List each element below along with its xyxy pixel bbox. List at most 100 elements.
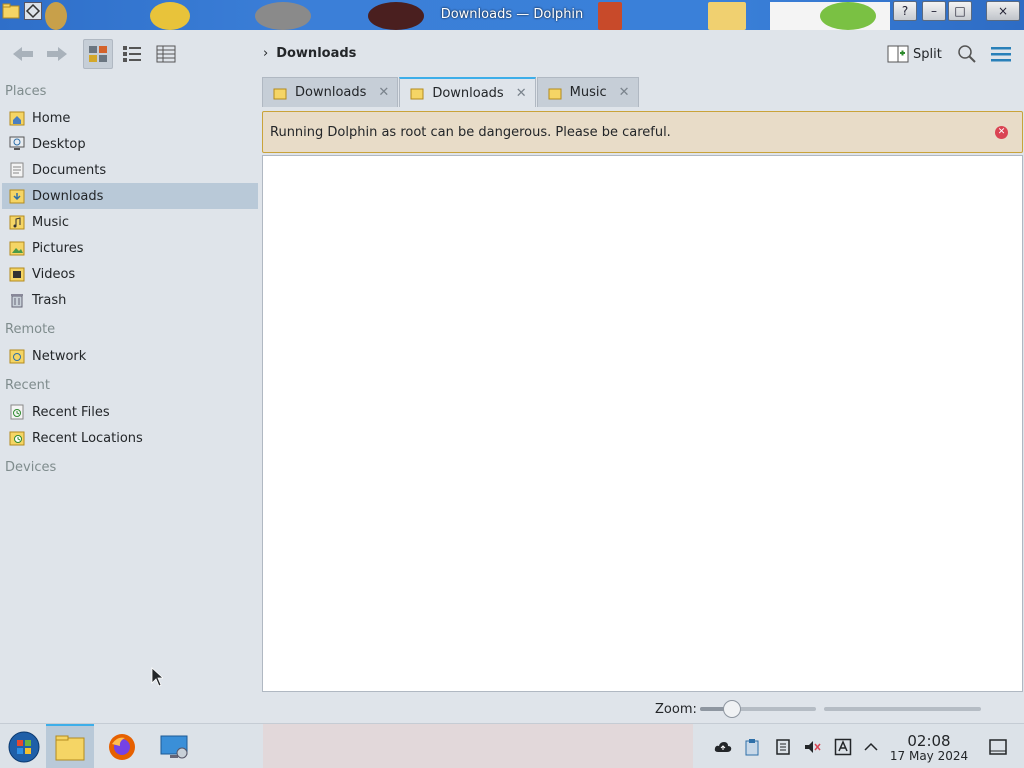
taskbar-settings-button[interactable] — [150, 724, 198, 768]
sidebar-item-label: Documents — [32, 162, 107, 178]
sidebar-item-network[interactable]: Network — [2, 343, 258, 369]
breadcrumb[interactable]: › Downloads — [263, 46, 356, 61]
arrow-left-icon — [13, 47, 33, 61]
sidebar-item-label: Recent Locations — [32, 430, 143, 446]
folder-icon — [410, 88, 424, 100]
sidebar-item-label: Videos — [32, 266, 76, 282]
desktop-icon — [9, 136, 25, 150]
close-icon[interactable]: ✕ — [995, 126, 1008, 139]
taskbar-firefox-button[interactable] — [98, 724, 146, 768]
places-panel: Places Home Desktop Documents Downloads … — [0, 78, 262, 723]
documents-icon — [10, 162, 24, 178]
folder-icon — [273, 88, 287, 99]
volume-muted-icon[interactable] — [803, 738, 821, 756]
search-icon — [958, 45, 976, 63]
split-button[interactable]: Split — [887, 43, 942, 65]
videos-folder-icon — [9, 267, 25, 282]
root-warning-banner: Running Dolphin as root can be dangerous… — [262, 111, 1023, 153]
free-space-bar — [824, 707, 981, 711]
toolbar: › Downloads Split — [0, 30, 1024, 78]
sidebar-item-recent-files[interactable]: Recent Files — [2, 399, 258, 425]
sidebar-item-label: Pictures — [32, 240, 84, 256]
tab-bar: Downloads ✕ Downloads ✕ Music ✕ — [262, 77, 640, 107]
zoom-slider-handle[interactable] — [723, 700, 742, 718]
sidebar-item-recent-locations[interactable]: Recent Locations — [2, 425, 258, 451]
icons-view-button[interactable] — [83, 39, 113, 69]
cloud-upload-icon[interactable] — [714, 738, 732, 756]
home-folder-icon — [9, 111, 25, 126]
close-tab-icon[interactable]: ✕ — [378, 85, 389, 100]
network-folder-icon — [9, 349, 25, 364]
recent-locations-icon — [9, 431, 25, 446]
sidebar-item-music[interactable]: Music — [2, 209, 258, 235]
search-button[interactable] — [956, 43, 978, 65]
hamburger-menu-icon — [991, 47, 1011, 62]
window-title: Downloads — Dolphin — [440, 7, 584, 22]
maximize-button[interactable]: □ — [948, 1, 972, 21]
sidebar-item-trash[interactable]: Trash — [2, 287, 258, 313]
sidebar-item-documents[interactable]: Documents — [2, 157, 258, 183]
details-view-icon — [156, 45, 176, 63]
warning-message: Running Dolphin as root can be dangerous… — [270, 124, 671, 140]
folder-icon — [548, 88, 562, 99]
mouse-cursor-icon — [151, 667, 163, 687]
breadcrumb-item[interactable]: Downloads — [276, 46, 356, 61]
sidebar-item-videos[interactable]: Videos — [2, 261, 258, 287]
close-tab-icon[interactable]: ✕ — [619, 85, 630, 100]
start-orb-icon — [8, 731, 40, 762]
details-view-button[interactable] — [151, 39, 181, 69]
sidebar-item-label: Music — [32, 214, 69, 230]
compact-view-button[interactable] — [117, 39, 147, 69]
help-button[interactable]: ? — [893, 1, 917, 21]
hamburger-menu-button[interactable] — [990, 43, 1012, 65]
tab-music[interactable]: Music ✕ — [536, 77, 639, 107]
notes-icon[interactable] — [774, 738, 792, 756]
sidebar-item-label: Downloads — [32, 188, 104, 204]
clock-date[interactable]: 17 May 2024 — [880, 749, 978, 763]
icons-view-icon — [89, 46, 107, 62]
trash-icon — [11, 294, 23, 308]
section-header-recent: Recent — [5, 378, 50, 393]
tab-downloads-1[interactable]: Downloads ✕ — [262, 77, 399, 107]
sidebar-item-label: Desktop — [32, 136, 86, 152]
clock-time[interactable]: 02:08 — [880, 732, 978, 750]
taskbar-dolphin-button[interactable] — [46, 724, 94, 768]
show-desktop-icon[interactable] — [988, 737, 1008, 757]
tab-label: Downloads — [295, 85, 367, 100]
status-bar: Zoom: — [262, 697, 1024, 721]
zoom-label: Zoom: — [655, 702, 697, 717]
tab-label: Downloads — [432, 85, 504, 101]
sidebar-item-home[interactable]: Home — [2, 105, 258, 131]
sidebar-item-label: Trash — [32, 292, 67, 308]
downloads-folder-icon — [9, 189, 25, 204]
music-folder-icon — [9, 215, 25, 230]
taskbar: 02:08 17 May 2024 — [0, 723, 1024, 768]
back-button[interactable] — [8, 39, 38, 69]
minimize-button[interactable]: – — [922, 1, 946, 21]
keyboard-layout-icon[interactable] — [834, 738, 852, 756]
sidebar-item-pictures[interactable]: Pictures — [2, 235, 258, 261]
forward-button[interactable] — [42, 39, 72, 69]
title-bar[interactable]: Downloads — Dolphin ? – □ × — [0, 0, 1024, 30]
close-button[interactable]: × — [986, 1, 1020, 21]
file-view[interactable] — [262, 155, 1023, 692]
taskbar-empty-area — [263, 724, 693, 768]
sidebar-item-label: Home — [32, 110, 71, 126]
folder-icon — [55, 735, 85, 760]
close-tab-icon[interactable]: ✕ — [516, 86, 527, 101]
chevron-right-icon[interactable]: › — [263, 46, 268, 61]
section-header-remote: Remote — [5, 322, 56, 337]
start-menu-button[interactable] — [0, 724, 48, 768]
arrow-right-icon — [47, 47, 67, 61]
clipboard-icon[interactable] — [743, 738, 761, 756]
section-header-devices: Devices — [5, 460, 57, 475]
system-settings-icon — [160, 735, 188, 758]
pictures-folder-icon — [9, 241, 25, 256]
tab-downloads-2[interactable]: Downloads ✕ — [399, 77, 536, 107]
firefox-icon — [109, 733, 135, 760]
zoom-slider[interactable] — [700, 700, 816, 718]
chevron-up-icon[interactable] — [862, 738, 880, 756]
sidebar-item-desktop[interactable]: Desktop — [2, 131, 258, 157]
tab-label: Music — [569, 85, 607, 100]
sidebar-item-downloads[interactable]: Downloads — [2, 183, 258, 209]
